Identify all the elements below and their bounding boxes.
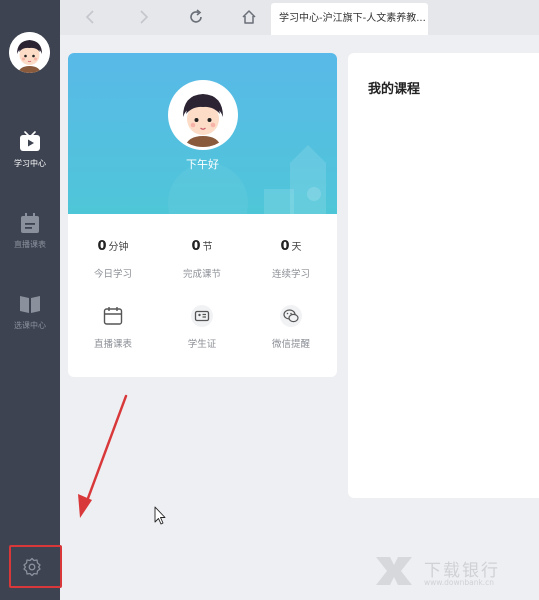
sidebar-item-label: 直播课表 — [14, 240, 46, 249]
user-avatar[interactable] — [9, 32, 50, 73]
tab-title: 学习中心-沪江旗下-人文素养教... — [279, 13, 426, 24]
forward-icon[interactable] — [134, 8, 152, 26]
greeting-text: 下午好 — [186, 158, 219, 171]
annotation-arrow — [78, 394, 128, 518]
gear-icon — [23, 557, 41, 577]
stat-unit: 分钟 — [108, 242, 129, 253]
play-icon — [20, 131, 40, 151]
id-card-icon — [191, 305, 213, 327]
tool-label: 微信提醒 — [271, 339, 310, 350]
stat-today-study: 0 分钟 今日学习 — [68, 235, 158, 280]
settings-button[interactable] — [9, 545, 62, 588]
browser-tab[interactable]: 学习中心-沪江旗下-人文素养教... — [271, 3, 428, 35]
watermark: 下载银行 www.downbank.cn — [370, 553, 535, 589]
stat-completed-lessons: 0节 完成课节 — [157, 235, 247, 280]
home-icon[interactable] — [240, 8, 258, 26]
back-icon[interactable] — [82, 8, 100, 26]
browser-toolbar: 学习中心-沪江旗下-人文素养教... — [60, 0, 539, 35]
stat-value: 0 — [97, 239, 107, 254]
stat-caption: 连续学习 — [271, 269, 310, 280]
sidebar-item-course-selection[interactable]: 选课中心 — [0, 293, 60, 331]
profile-avatar[interactable] — [168, 80, 238, 150]
watermark-url: www.downbank.cn — [424, 578, 495, 587]
sidebar-item-learning-center[interactable]: 学习中心 — [0, 131, 60, 169]
my-courses-panel: 我的课程 — [348, 53, 539, 498]
tool-label: 直播课表 — [93, 339, 132, 350]
stat-value: 0 — [280, 239, 290, 254]
watermark-logo — [376, 557, 412, 585]
tool-label: 学生证 — [187, 339, 217, 350]
stat-caption: 完成课节 — [182, 269, 221, 280]
profile-banner: 下午好 — [68, 53, 337, 214]
stat-caption: 今日学习 — [93, 269, 132, 280]
tool-wechat-reminder[interactable]: 微信提醒 — [246, 305, 336, 350]
stat-unit: 节 — [202, 242, 213, 253]
tool-student-id[interactable]: 学生证 — [157, 305, 247, 350]
stat-consecutive-days: 0天 连续学习 — [246, 235, 336, 280]
wechat-icon — [280, 305, 302, 327]
tool-live-schedule[interactable]: 直播课表 — [68, 305, 158, 350]
sidebar: 学习中心 直播课表 选课中心 — [0, 0, 62, 600]
courses-title: 我的课程 — [368, 82, 421, 97]
mouse-cursor — [154, 506, 166, 525]
sidebar-item-live-schedule[interactable]: 直播课表 — [0, 212, 60, 250]
refresh-icon[interactable] — [187, 8, 205, 26]
calendar-icon — [103, 307, 123, 325]
stat-value: 0 — [191, 239, 201, 254]
profile-card: 下午好 0 分钟 今日学习 0节 完成课节 0天 连续学习 直播课表 学生证 微… — [68, 53, 337, 377]
sidebar-item-label: 选课中心 — [14, 321, 46, 330]
sidebar-item-label: 学习中心 — [14, 159, 46, 168]
stat-unit: 天 — [291, 242, 302, 253]
book-icon — [20, 296, 40, 313]
calendar-icon — [21, 213, 39, 233]
